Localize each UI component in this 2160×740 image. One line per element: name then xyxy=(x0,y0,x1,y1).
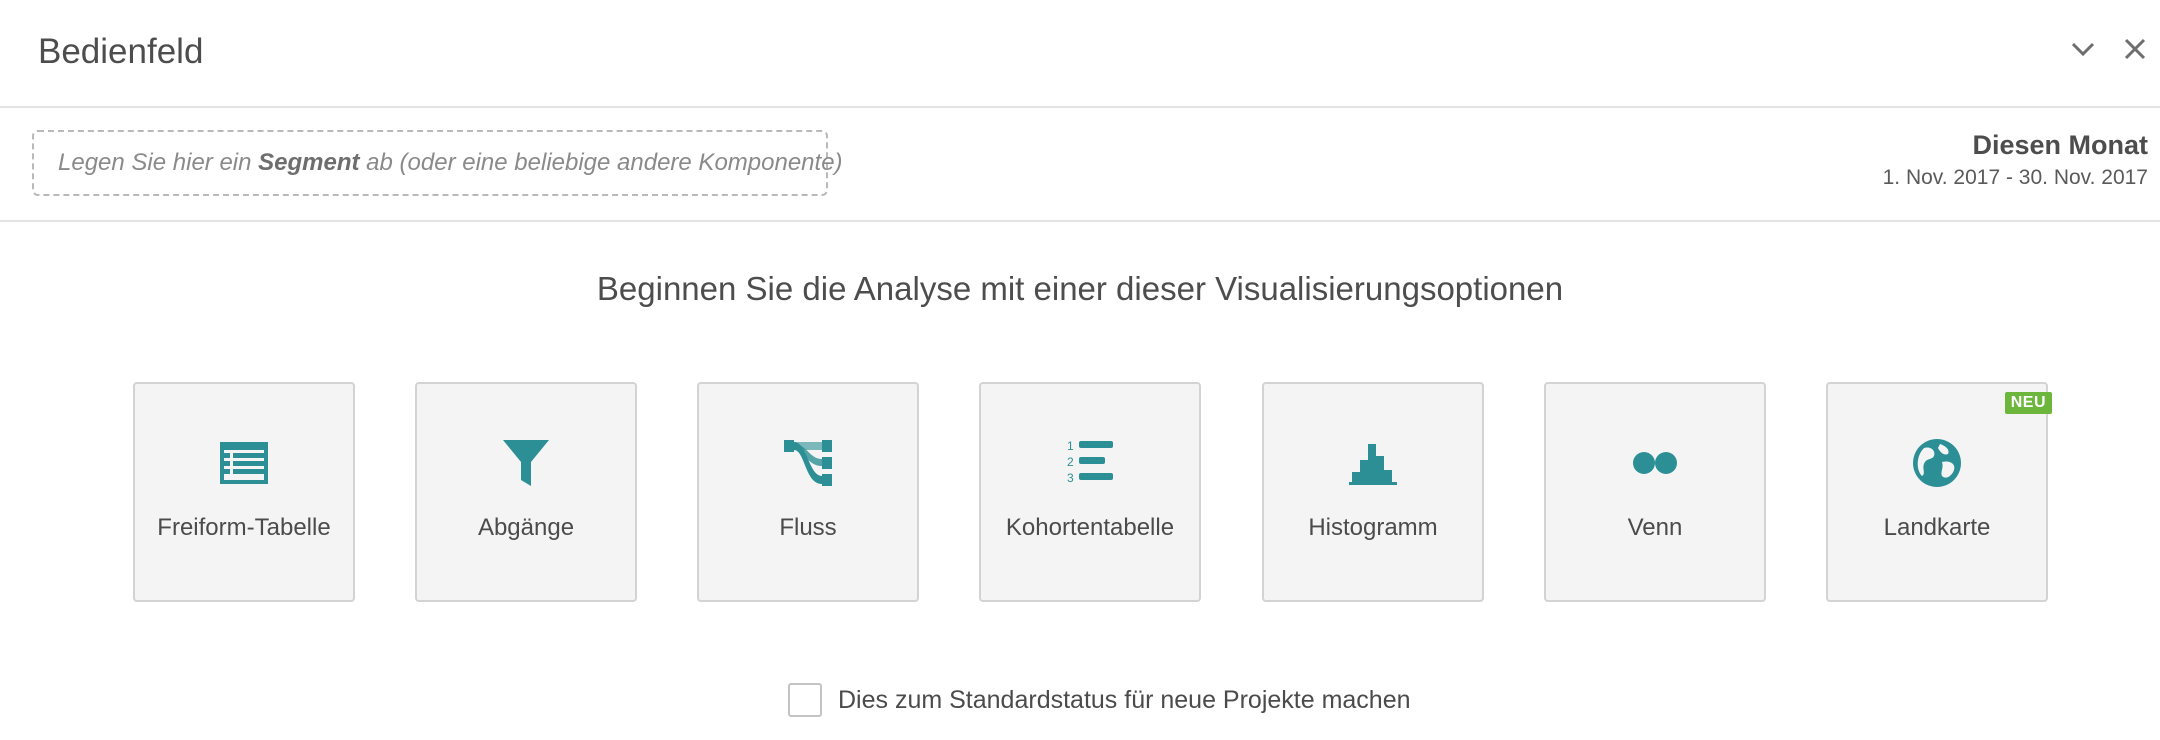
viz-card-flow[interactable]: Fluss xyxy=(697,382,919,602)
segment-drop-zone[interactable]: Legen Sie hier ein Segment ab (oder eine… xyxy=(32,130,843,196)
viz-card-label: Abgänge xyxy=(477,514,575,541)
viz-card-histogram[interactable]: Histogramm xyxy=(1262,382,1484,602)
chevron-down-icon[interactable] xyxy=(2068,34,2098,64)
default-state-checkbox[interactable] xyxy=(788,683,822,717)
viz-card-label: Kohortentabelle xyxy=(1005,514,1175,541)
default-state-row: Dies zum Standardstatus für neue Projekt… xyxy=(788,680,1411,720)
panel-header: Bedienfeld xyxy=(0,0,2160,108)
dropzone-text-suffix: ab (oder eine beliebige andere Komponent… xyxy=(359,149,843,176)
svg-text:3: 3 xyxy=(1067,471,1074,485)
date-range-name[interactable]: Diesen Monat xyxy=(1972,130,2148,161)
funnel-icon xyxy=(417,436,635,490)
new-badge: NEU xyxy=(2004,392,2052,414)
flow-icon xyxy=(699,436,917,490)
dropzone-text-prefix: Legen Sie hier ein xyxy=(58,149,259,176)
viz-card-label: Histogramm xyxy=(1308,514,1438,541)
venn-icon xyxy=(1546,436,1764,490)
viz-card-label: Landkarte xyxy=(1883,514,1991,541)
svg-text:1: 1 xyxy=(1067,439,1074,453)
visualization-options: Freiform-Tabelle Abgänge Fluss 1 2 3 Koh… xyxy=(133,382,2053,604)
default-state-label[interactable]: Dies zum Standardstatus für neue Projekt… xyxy=(838,686,1411,715)
segment-filter-bar: Legen Sie hier ein Segment ab (oder eine… xyxy=(0,108,2160,222)
date-range-value[interactable]: 1. Nov. 2017 - 30. Nov. 2017 xyxy=(1883,166,2148,190)
numbered-list-icon: 1 2 3 xyxy=(981,436,1199,490)
svg-text:2: 2 xyxy=(1067,455,1074,469)
viz-card-label: Fluss xyxy=(779,514,837,541)
histogram-icon xyxy=(1264,436,1482,490)
viz-card-cohort-table[interactable]: 1 2 3 Kohortentabelle xyxy=(979,382,1201,602)
viz-card-label: Freiform-Tabelle xyxy=(157,514,331,541)
viz-card-label: Venn xyxy=(1627,514,1683,541)
viz-card-freeform-table[interactable]: Freiform-Tabelle xyxy=(133,382,355,602)
panel-title: Bedienfeld xyxy=(38,32,204,71)
table-icon xyxy=(135,436,353,490)
viz-card-map[interactable]: NEU Landkarte xyxy=(1826,382,2052,602)
close-icon[interactable] xyxy=(2120,34,2150,64)
dropzone-text-segment: Segment xyxy=(258,149,360,176)
viz-card-venn[interactable]: Venn xyxy=(1544,382,1766,602)
globe-icon xyxy=(1828,436,2046,490)
freeform-panel: Bedienfeld Legen Sie hier ein Segment ab… xyxy=(0,0,2160,740)
viz-card-fallout[interactable]: Abgänge xyxy=(415,382,637,602)
visualization-prompt: Beginnen Sie die Analyse mit einer diese… xyxy=(596,270,1564,307)
